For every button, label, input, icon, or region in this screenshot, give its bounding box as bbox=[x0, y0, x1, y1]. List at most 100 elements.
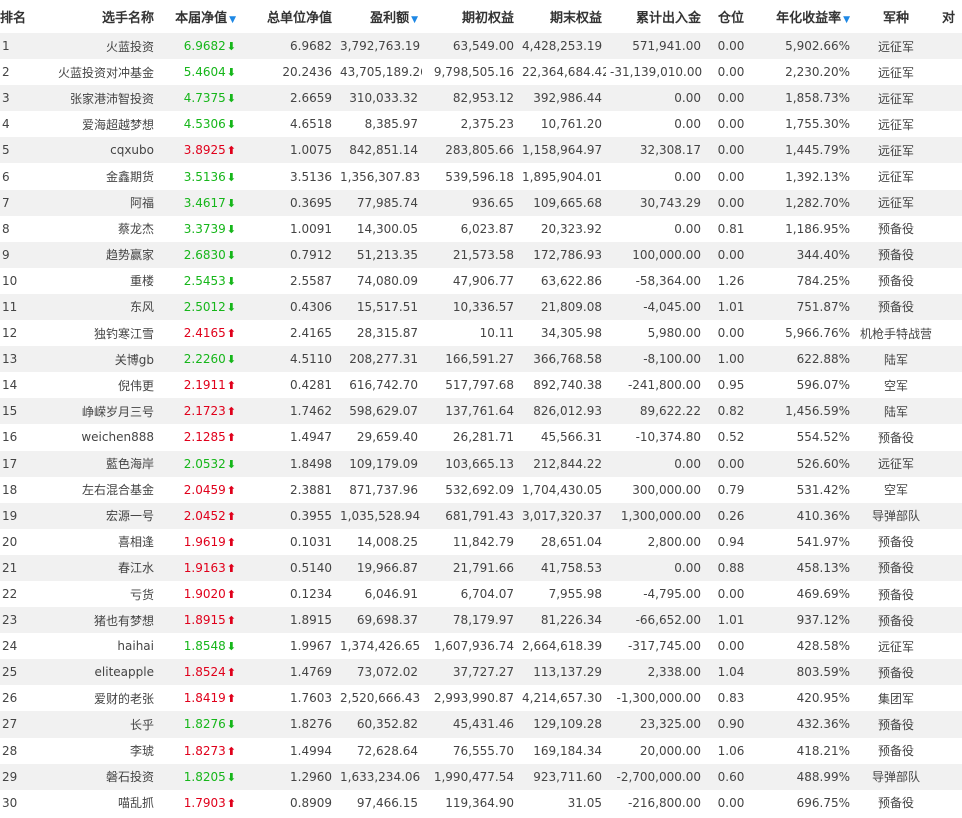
table-row[interactable]: 11 东风 2.5012⬇ 0.4306 15,517.51 10,336.57 21,80… bbox=[0, 293, 962, 321]
player-name-link[interactable]: 关博gb bbox=[26, 346, 158, 373]
start-equity-cell: 37,727.27 bbox=[422, 659, 518, 686]
table-row[interactable]: 17 藍色海岸 2.0532⬇ 1.8498 109,179.09 103,665.13 2… bbox=[0, 450, 962, 477]
table-row[interactable]: 6 金鑫期货 3.5136⬇ 3.5136 1,356,307.83 539,596.18… bbox=[0, 163, 962, 190]
profit-cell: 72,628.64 bbox=[336, 737, 422, 764]
player-name-link[interactable]: eliteapple bbox=[26, 659, 158, 686]
header-profit[interactable]: 盈利额 ▼ bbox=[336, 0, 422, 33]
sort-down-icon[interactable]: ▼ bbox=[411, 15, 418, 25]
extra-cell bbox=[938, 789, 962, 816]
player-name-link[interactable]: 火蓝投资 bbox=[26, 33, 158, 60]
table-row[interactable]: 16 weichen888 2.1285⬆ 1.4947 29,659.40 26,281… bbox=[0, 424, 962, 451]
army-cell: 机枪手特战营 bbox=[854, 320, 938, 347]
table-row[interactable]: 26 爱财的老张 1.8419⬆ 1.7603 2,520,666.43 2,993,99… bbox=[0, 685, 962, 712]
sort-down-icon[interactable]: ▼ bbox=[843, 15, 850, 25]
nav-cell: 3.5136⬇ bbox=[158, 163, 240, 190]
nav-cell: 2.5012⬇ bbox=[158, 293, 240, 321]
nav-cell: 2.1911⬆ bbox=[158, 372, 240, 399]
net-flow-cell: 23,325.00 bbox=[606, 711, 705, 738]
table-row[interactable]: 30 喵乱抓 1.7903⬆ 0.8909 97,466.15 119,364.90 31.… bbox=[0, 789, 962, 816]
player-name-link[interactable]: 李琥 bbox=[26, 737, 158, 764]
table-row[interactable]: 19 宏源一号 2.0452⬆ 0.3955 1,035,528.94 681,791.4… bbox=[0, 502, 962, 529]
player-name-link[interactable]: 左右混合基金 bbox=[26, 476, 158, 503]
extra-cell bbox=[938, 554, 962, 581]
table-row[interactable]: 3 张家港沛智投资 4.7375⬇ 2.6659 310,033.32 82,953.12… bbox=[0, 85, 962, 112]
table-row[interactable]: 5 cqxubo 3.8925⬆ 1.0075 842,851.14 283,805.66… bbox=[0, 137, 962, 164]
table-row[interactable]: 9 趋势赢家 2.6830⬇ 0.7912 51,213.35 21,573.58 172,… bbox=[0, 241, 962, 268]
player-name-link[interactable]: 春江水 bbox=[26, 554, 158, 581]
table-row[interactable]: 10 重楼 2.5453⬇ 2.5587 74,080.09 47,906.77 63,62… bbox=[0, 267, 962, 294]
extra-cell bbox=[938, 111, 962, 138]
player-name-link[interactable]: 火蓝投资对冲基金 bbox=[26, 59, 158, 86]
table-row[interactable]: 15 峥嵘岁月三号 2.1723⬆ 1.7462 598,629.07 137,761.6… bbox=[0, 398, 962, 425]
player-name-link[interactable]: 蔡龙杰 bbox=[26, 215, 158, 242]
nav-cell: 1.8205⬇ bbox=[158, 763, 240, 790]
table-row[interactable]: 12 独钓寒江雪 2.4165⬆ 2.4165 28,315.87 10.11 34,305… bbox=[0, 320, 962, 347]
profit-cell: 8,385.97 bbox=[336, 111, 422, 138]
header-nav[interactable]: 本届净值 ▼ bbox=[158, 0, 240, 33]
table-row[interactable]: 13 关博gb 2.2260⬇ 4.5110 208,277.31 166,591.27 3… bbox=[0, 346, 962, 373]
player-name-link[interactable]: weichen888 bbox=[26, 424, 158, 451]
player-name-link[interactable]: 趋势赢家 bbox=[26, 241, 158, 268]
profit-cell: 43,705,189.26 bbox=[336, 59, 422, 86]
annual-return-cell: 344.40% bbox=[757, 241, 854, 268]
position-cell: 0.81 bbox=[705, 215, 757, 242]
player-name-link[interactable]: 张家港沛智投资 bbox=[26, 85, 158, 112]
unit-nav-cell: 1.2960 bbox=[240, 763, 336, 790]
table-row[interactable]: 24 haihai 1.8548⬇ 1.9967 1,374,426.65 1,607,9… bbox=[0, 633, 962, 660]
player-name-link[interactable]: 爱海超越梦想 bbox=[26, 111, 158, 138]
nav-value: 2.4165 bbox=[183, 326, 226, 341]
player-name-link[interactable]: 喜相逢 bbox=[26, 528, 158, 555]
player-name-link[interactable]: 东风 bbox=[26, 293, 158, 321]
player-name-link[interactable]: 爱财的老张 bbox=[26, 685, 158, 712]
table-row[interactable]: 7 阿福 3.4617⬇ 0.3695 77,985.74 936.65 109,665.6… bbox=[0, 189, 962, 216]
player-name-link[interactable]: 宏源一号 bbox=[26, 502, 158, 529]
table-row[interactable]: 23 猪也有梦想 1.8915⬆ 1.8915 69,698.37 78,179.97 81… bbox=[0, 607, 962, 634]
table-row[interactable]: 20 喜相逢 1.9619⬆ 0.1031 14,008.25 11,842.79 28,6… bbox=[0, 528, 962, 555]
player-name-link[interactable]: 喵乱抓 bbox=[26, 789, 158, 816]
table-row[interactable]: 2 火蓝投资对冲基金 5.4604⬇ 20.2436 43,705,189.26 9,79… bbox=[0, 59, 962, 86]
table-row[interactable]: 29 磐石投资 1.8205⬇ 1.2960 1,633,234.06 1,990,477… bbox=[0, 763, 962, 790]
table-row[interactable]: 25 eliteapple 1.8524⬆ 1.4769 73,072.02 37,727… bbox=[0, 659, 962, 686]
player-name-link[interactable]: 金鑫期货 bbox=[26, 163, 158, 190]
nav-value: 2.0459 bbox=[183, 482, 226, 497]
player-name-link[interactable]: cqxubo bbox=[26, 137, 158, 164]
position-cell: 0.00 bbox=[705, 189, 757, 216]
end-equity-cell: 366,768.58 bbox=[518, 346, 606, 373]
player-name-link[interactable]: 长乎 bbox=[26, 711, 158, 738]
player-name-link[interactable]: 倪伟更 bbox=[26, 372, 158, 399]
end-equity-cell: 28,651.04 bbox=[518, 528, 606, 555]
annual-return-cell: 420.95% bbox=[757, 685, 854, 712]
unit-nav-cell: 1.7603 bbox=[240, 685, 336, 712]
position-cell: 0.00 bbox=[705, 33, 757, 60]
table-row[interactable]: 21 春江水 1.9163⬆ 0.5140 19,966.87 21,791.66 41,7… bbox=[0, 554, 962, 581]
table-row[interactable]: 8 蔡龙杰 3.3739⬇ 1.0091 14,300.05 6,023.87 20,323… bbox=[0, 215, 962, 242]
end-equity-cell: 1,158,964.97 bbox=[518, 137, 606, 164]
position-cell: 1.01 bbox=[705, 607, 757, 634]
player-name-link[interactable]: 独钓寒江雪 bbox=[26, 320, 158, 347]
table-row[interactable]: 14 倪伟更 2.1911⬆ 0.4281 616,742.70 517,797.68 89… bbox=[0, 372, 962, 399]
player-name-link[interactable]: 猪也有梦想 bbox=[26, 607, 158, 634]
unit-nav-cell: 1.8498 bbox=[240, 450, 336, 477]
player-name-link[interactable]: 亏货 bbox=[26, 580, 158, 608]
sort-down-icon[interactable]: ▼ bbox=[229, 15, 236, 25]
player-name-link[interactable]: haihai bbox=[26, 633, 158, 660]
table-row[interactable]: 27 长乎 1.8276⬇ 1.8276 60,352.82 45,431.46 129,1… bbox=[0, 711, 962, 738]
profit-cell: 1,633,234.06 bbox=[336, 763, 422, 790]
table-row[interactable]: 4 爱海超越梦想 4.5306⬇ 4.6518 8,385.97 2,375.23 10,7… bbox=[0, 111, 962, 138]
arrow-down-icon: ⬇ bbox=[226, 196, 236, 210]
player-name-link[interactable]: 峥嵘岁月三号 bbox=[26, 398, 158, 425]
annual-return-cell: 554.52% bbox=[757, 424, 854, 451]
table-row[interactable]: 28 李琥 1.8273⬆ 1.4994 72,628.64 76,555.70 169,1… bbox=[0, 737, 962, 764]
annual-return-cell: 1,755.30% bbox=[757, 111, 854, 138]
end-equity-cell: 892,740.38 bbox=[518, 372, 606, 399]
player-name-link[interactable]: 藍色海岸 bbox=[26, 450, 158, 477]
player-name-link[interactable]: 阿福 bbox=[26, 189, 158, 216]
player-name-link[interactable]: 磐石投资 bbox=[26, 763, 158, 790]
player-name-link[interactable]: 重楼 bbox=[26, 267, 158, 294]
profit-cell: 69,698.37 bbox=[336, 607, 422, 634]
header-annual-return[interactable]: 年化收益率 ▼ bbox=[757, 0, 854, 33]
table-row[interactable]: 22 亏货 1.9020⬆ 0.1234 6,046.91 6,704.07 7,955.9… bbox=[0, 580, 962, 608]
table-row[interactable]: 1 火蓝投资 6.9682⬇ 6.9682 3,792,763.19 63,549.00 4… bbox=[0, 33, 962, 60]
table-row[interactable]: 18 左右混合基金 2.0459⬆ 2.3881 871,737.96 532,692.0… bbox=[0, 476, 962, 503]
rank-cell: 23 bbox=[0, 607, 26, 634]
